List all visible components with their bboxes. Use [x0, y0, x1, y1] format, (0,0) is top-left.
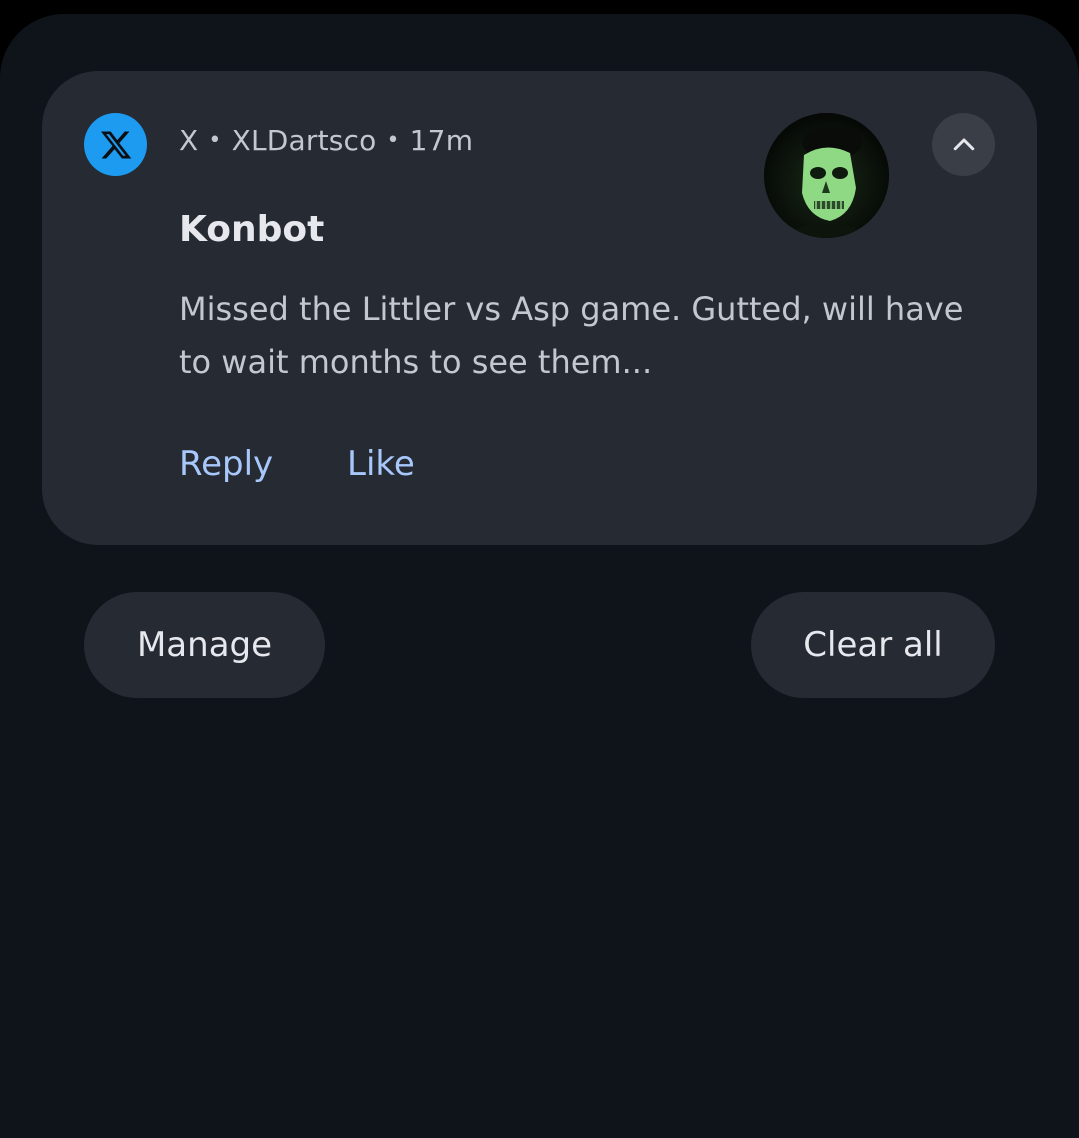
skull-avatar-icon [764, 113, 889, 238]
clear-all-label: Clear all [803, 625, 943, 665]
clear-all-button[interactable]: Clear all [751, 592, 995, 698]
collapse-button[interactable] [932, 113, 995, 176]
notification-header: X • XLDartsco • 17m [179, 124, 473, 157]
x-logo-icon [84, 113, 147, 176]
app-name: X [179, 124, 199, 157]
like-button[interactable]: Like [347, 444, 415, 484]
notification-card[interactable]: X • XLDartsco • 17m Konbot Missed the Little… [42, 71, 1037, 545]
notification-body: Missed the Littler vs Asp game. Gutted, … [179, 290, 964, 381]
manage-label: Manage [136, 625, 273, 665]
notification-shade: X • XLDartsco • 17m Konbot Missed the Little… [0, 14, 1079, 1138]
notification-time: 17m [409, 124, 474, 157]
account-name: XLDartsco [231, 124, 377, 157]
reply-button[interactable]: Reply [179, 444, 273, 484]
header-separator: • [208, 128, 222, 153]
manage-button[interactable]: Manage [84, 592, 325, 698]
chevron-up-icon [953, 138, 974, 150]
notification-title: Konbot [179, 209, 325, 250]
header-separator: • [386, 128, 400, 153]
